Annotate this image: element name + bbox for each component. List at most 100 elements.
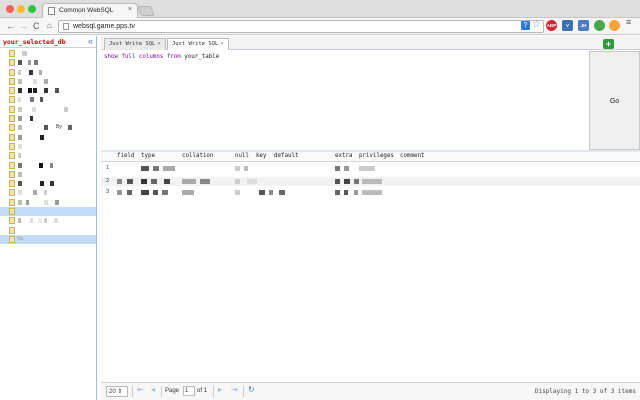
table-name-fragment xyxy=(33,190,37,196)
tab-just-write-sql-1[interactable]: Just Write SQL × xyxy=(104,38,166,50)
table-name-fragment xyxy=(50,162,53,168)
table-name-fragment xyxy=(40,97,43,103)
collapse-sidebar-icon[interactable]: « xyxy=(88,36,93,46)
browser-tab-close-icon[interactable]: × xyxy=(128,6,132,13)
table-name-fragment xyxy=(68,125,72,131)
page-number-input[interactable]: 1 xyxy=(183,386,195,396)
table-name-fragment xyxy=(18,171,22,177)
v-extension-icon[interactable]: V xyxy=(562,20,573,31)
reload-icon[interactable]: C xyxy=(33,21,40,31)
refresh-icon[interactable]: ↻ xyxy=(248,385,255,394)
sql-editor[interactable]: show full columns from your_table xyxy=(101,51,589,150)
window-minimize-button[interactable] xyxy=(17,5,25,13)
tab-close-icon[interactable]: × xyxy=(157,41,160,47)
sidebar-table-item[interactable] xyxy=(0,58,96,67)
orange-extension-icon[interactable] xyxy=(609,20,620,31)
sidebar-table-item[interactable] xyxy=(0,77,96,86)
column-header-comment[interactable]: comment xyxy=(400,153,424,159)
sidebar-table-item[interactable] xyxy=(0,114,96,123)
prev-page-icon[interactable]: ◂ xyxy=(151,385,155,394)
table-name-fragment xyxy=(18,199,22,205)
table-name-fragment xyxy=(18,106,22,112)
forward-arrow-icon[interactable]: → xyxy=(19,21,28,31)
sidebar-table-item[interactable] xyxy=(0,105,96,114)
table-name-fragment xyxy=(18,125,22,131)
sidebar-table-item[interactable] xyxy=(0,188,96,197)
sidebar-table-item[interactable] xyxy=(0,226,96,235)
selected-db-name: your_selected_db xyxy=(3,38,66,46)
go-button[interactable]: Go xyxy=(589,51,640,150)
sidebar-table-item[interactable] xyxy=(0,68,96,77)
sidebar-table-item[interactable] xyxy=(0,142,96,151)
table-row[interactable]: 2 xyxy=(101,177,640,186)
sidebar-table-item[interactable] xyxy=(0,161,96,170)
sidebar-table-item[interactable] xyxy=(0,207,96,217)
table-file-icon xyxy=(9,133,15,141)
table-name-fragment xyxy=(18,97,21,103)
column-header-collation[interactable]: collation xyxy=(182,153,213,159)
page-label: Page xyxy=(165,388,180,394)
help-icon[interactable]: ? xyxy=(521,21,530,30)
column-header-extra[interactable]: extra xyxy=(335,153,352,159)
table-file-icon xyxy=(9,115,15,123)
adblock-extension-icon[interactable]: ABP xyxy=(546,20,557,31)
table-name-fragment xyxy=(44,78,48,84)
green-extension-icon[interactable] xyxy=(594,20,605,31)
tab-label: Just Write SQL xyxy=(172,41,219,47)
window-maximize-button[interactable] xyxy=(28,5,36,13)
jh-extension-icon[interactable]: JH xyxy=(578,20,589,31)
sidebar-table-item[interactable] xyxy=(0,170,96,179)
table-file-icon xyxy=(9,142,15,150)
sidebar-table-item[interactable] xyxy=(0,179,96,188)
table-name-fragment xyxy=(44,125,48,131)
column-header-type[interactable]: type xyxy=(141,153,155,159)
sidebar-table-item[interactable] xyxy=(0,133,96,142)
sidebar-table-item[interactable] xyxy=(0,49,96,58)
sidebar-table-item[interactable] xyxy=(0,198,96,207)
pager-status-text: Displaying 1 to 3 of 3 items xyxy=(534,388,636,395)
sidebar-table-item[interactable] xyxy=(0,86,96,95)
table-row[interactable]: 3 xyxy=(101,188,640,197)
column-header-privileges[interactable]: privileges xyxy=(359,153,394,159)
sidebar-table-item[interactable] xyxy=(0,216,96,225)
sidebar-table-item[interactable]: Nu xyxy=(0,234,96,245)
address-bar[interactable]: websql.game.pps.tv xyxy=(58,20,544,33)
add-tab-button[interactable]: + xyxy=(603,39,614,49)
new-tab-button[interactable] xyxy=(137,6,155,16)
sidebar-table-item[interactable] xyxy=(0,151,96,160)
address-url[interactable]: websql.game.pps.tv xyxy=(73,23,135,30)
column-header-null[interactable]: null xyxy=(235,153,249,159)
column-header-key[interactable]: key xyxy=(256,153,266,159)
bookmark-star-icon[interactable]: ☆ xyxy=(532,19,541,30)
table-name-fragment xyxy=(50,181,54,187)
first-page-icon[interactable]: ⇤ xyxy=(137,385,144,394)
table-name-fragment xyxy=(18,181,22,187)
table-name-fragment xyxy=(28,60,31,66)
last-page-icon[interactable]: ⇥ xyxy=(231,385,238,394)
pager-toolbar: 20 ⇕ ⇤ ◂ Page 1 of 1 ▸ ⇥ ↻ Displaying 1 … xyxy=(101,382,640,400)
column-header-default[interactable]: default xyxy=(274,153,298,159)
separator xyxy=(243,386,244,397)
column-header-field[interactable]: field xyxy=(117,153,134,159)
home-icon[interactable]: ⌂ xyxy=(47,21,52,31)
table-name-fragment xyxy=(38,218,42,224)
page-size-select[interactable]: 20 ⇕ xyxy=(106,386,128,397)
table-name-fragment xyxy=(55,199,59,205)
table-file-icon xyxy=(9,124,15,132)
next-page-icon[interactable]: ▸ xyxy=(218,385,222,394)
table-file-icon xyxy=(9,87,15,95)
window-close-button[interactable] xyxy=(6,5,14,13)
back-arrow-icon[interactable]: ← xyxy=(6,21,15,31)
table-file-icon xyxy=(9,50,15,57)
page-favicon-icon xyxy=(48,7,55,15)
table-file-icon xyxy=(9,226,15,234)
table-name-fragment xyxy=(18,134,22,140)
sidebar-table-item[interactable] xyxy=(0,95,96,104)
browser-tab[interactable]: Common WebSQL × xyxy=(42,3,138,18)
row-number: 2 xyxy=(106,178,110,184)
sidebar-table-item[interactable]: By xyxy=(0,123,96,132)
tab-close-icon[interactable]: × xyxy=(220,41,223,47)
tab-just-write-sql-2[interactable]: Just Write SQL × xyxy=(167,38,229,50)
hamburger-menu-icon[interactable]: ≡ xyxy=(626,18,634,27)
table-row[interactable]: 1 xyxy=(101,164,640,173)
